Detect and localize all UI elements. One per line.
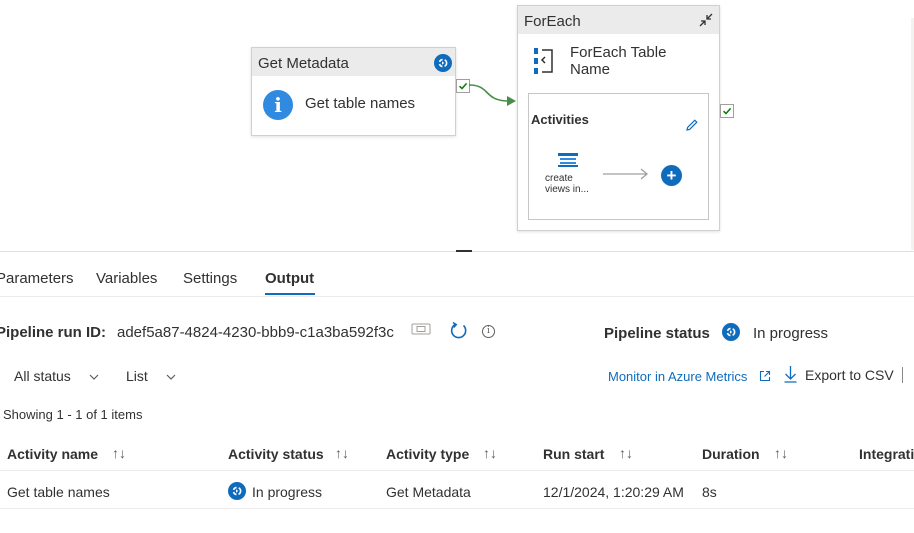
cell-activity-type: Get Metadata [386,484,471,500]
column-header-activity-status[interactable]: Activity status [228,446,324,462]
column-header-duration[interactable]: Duration [702,446,760,462]
get-metadata-node-title: Get Metadata [258,55,349,72]
foreach-icon [534,48,553,74]
tab-parameters[interactable]: Parameters [0,270,74,287]
toolbar-separator [902,367,903,383]
cell-duration: 8s [702,484,717,500]
activities-label: Activities [531,112,589,127]
status-filter-value: All status [14,368,71,384]
pipeline-run-id-label: Pipeline run ID: [0,324,107,341]
dataflow-icon [558,153,578,167]
add-icon[interactable]: + [661,165,682,186]
foreach-node-header: ForEach [518,6,719,34]
column-header-run-start[interactable]: Run start [543,446,604,462]
chevron-down-icon [89,374,99,380]
pipeline-status-label: Pipeline status [604,325,710,342]
active-tab-indicator [265,293,315,295]
pipeline-status-in-progress-icon [722,323,740,341]
monitor-azure-metrics-link[interactable]: Monitor in Azure Metrics [608,369,747,384]
view-filter-dropdown[interactable]: List [126,368,176,388]
chevron-down-icon [166,374,176,380]
cell-run-start: 12/1/2024, 1:20:29 AM [543,484,684,500]
row-in-progress-icon [228,482,246,500]
get-metadata-node-header: Get Metadata [252,48,455,76]
info-outline-icon[interactable]: i [482,325,495,338]
foreach-activities-container[interactable]: Activities create views in... + [528,93,709,220]
get-metadata-activity-label: Get table names [305,95,416,112]
sort-icon[interactable]: ↑↓ [483,445,497,461]
tab-variables[interactable]: Variables [96,270,157,287]
foreach-node-title: ForEach [524,13,581,30]
cell-activity-name[interactable]: Get table names [7,484,110,500]
pipeline-run-id-value: adef5a87-4824-4230-bbb9-c1a3ba592f3c [117,324,394,341]
download-icon[interactable] [784,365,797,383]
get-metadata-node[interactable]: Get Metadata i Get table names [251,47,456,136]
success-connector[interactable] [469,80,521,110]
collapse-icon[interactable] [698,12,714,28]
view-filter-value: List [126,368,148,384]
export-to-csv-button[interactable]: Export to CSV [805,367,894,383]
row-divider [0,508,914,509]
pipeline-canvas[interactable]: Get Metadata i Get table names ForEach F… [0,0,914,250]
sort-icon[interactable]: ↑↓ [619,445,633,461]
items-count: Showing 1 - 1 of 1 items [3,407,143,422]
inner-arrow [603,168,649,180]
copy-icon[interactable] [411,322,431,336]
column-header-activity-type[interactable]: Activity type [386,446,469,462]
external-link-icon[interactable] [759,370,771,382]
edit-icon[interactable] [685,118,699,132]
cell-activity-status: In progress [252,484,323,500]
tab-settings[interactable]: Settings [183,270,237,287]
sort-icon[interactable]: ↑↓ [774,445,788,461]
foreach-subtitle-line1: ForEach Table [570,44,667,61]
sort-icon[interactable]: ↑↓ [335,445,349,461]
header-divider [0,470,914,471]
column-header-activity-name[interactable]: Activity name [7,446,98,462]
in-progress-icon [434,54,452,72]
foreach-node[interactable]: ForEach ForEach Table Name Activities cr… [517,5,720,231]
tab-output[interactable]: Output [265,270,314,287]
status-filter-dropdown[interactable]: All status [14,368,99,388]
refresh-icon[interactable] [449,321,469,341]
foreach-success-checkmark-icon[interactable] [720,104,734,118]
column-header-integration-runtime[interactable]: Integrati [859,446,914,462]
success-output-checkmark-icon[interactable] [456,79,470,93]
inner-activity-label-line2: views in... [545,184,589,195]
inner-activity-label-line1: create [545,173,573,184]
sort-icon[interactable]: ↑↓ [112,445,126,461]
foreach-subtitle-line2: Name [570,61,611,78]
tabs-divider [0,296,914,297]
splitter-handle[interactable] [456,250,472,252]
pipeline-status-value: In progress [753,325,829,342]
info-icon: i [263,90,293,120]
